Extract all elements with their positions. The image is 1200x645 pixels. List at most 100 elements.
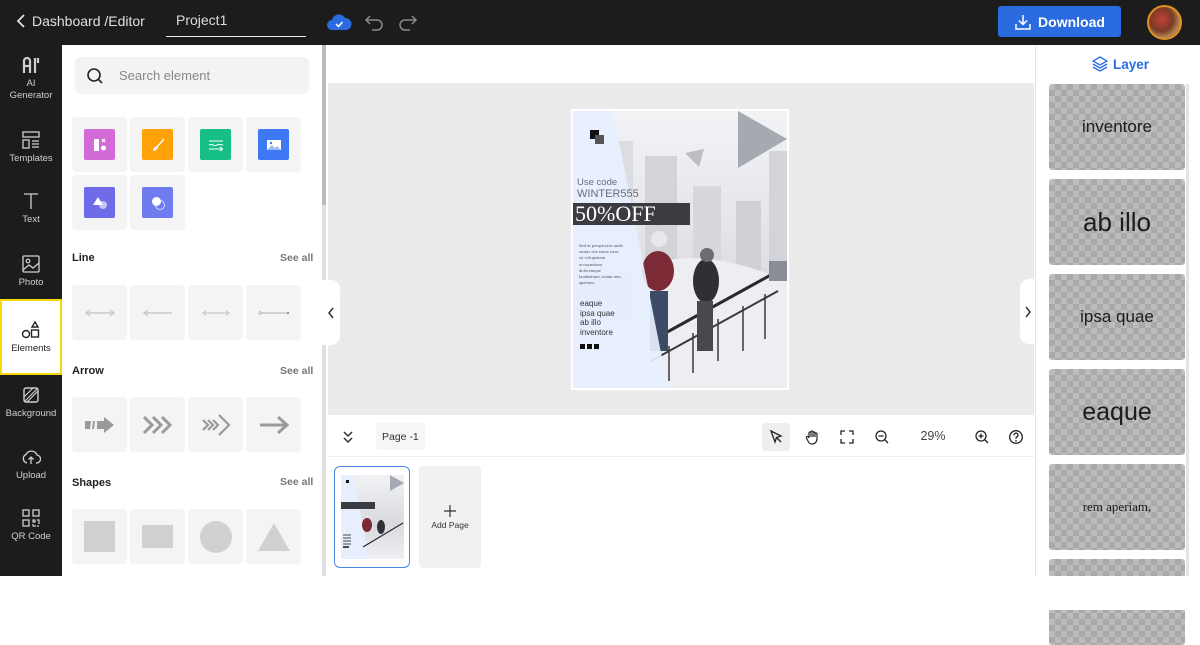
rail-item-label: Elements — [11, 342, 51, 354]
arrow-right[interactable] — [246, 397, 301, 452]
chevron-left-icon — [328, 307, 334, 318]
back-to-dashboard-link[interactable]: Dashboard /Editor — [16, 13, 145, 29]
page-thumbnail-preview — [341, 475, 404, 559]
ai-icon — [22, 56, 40, 73]
category-image[interactable] — [246, 117, 301, 172]
zoom-in-icon — [975, 430, 989, 444]
rail-item-qr-code[interactable]: QR Code — [0, 508, 62, 543]
rail-item-upload[interactable]: Upload — [0, 447, 62, 482]
category-layout[interactable] — [72, 117, 127, 172]
add-page-label: Add Page — [431, 520, 469, 530]
select-tool-button[interactable] — [762, 423, 790, 451]
image-icon — [258, 129, 289, 160]
layer-item[interactable]: ab illo — [1049, 179, 1185, 265]
arrow-block[interactable] — [72, 397, 127, 452]
rail-item-text[interactable]: Text — [0, 191, 62, 226]
zoom-out-icon — [875, 430, 889, 444]
layer-item[interactable]: rem aperiam, — [1049, 464, 1185, 550]
layer-item[interactable]: eaque — [1049, 369, 1185, 455]
poster-design[interactable]: Use code WINTER555 50%OFF Sed ut perspic… — [571, 109, 789, 390]
top-bar: Dashboard /Editor Project1 Download — [0, 0, 1200, 45]
collapse-right-panel-button[interactable] — [1020, 279, 1036, 344]
rail-item-label: Photo — [18, 277, 44, 288]
section-title-arrow: Arrow — [72, 365, 104, 377]
collapse-pages-button[interactable] — [334, 423, 362, 451]
left-rail: AI Generator Templates Text Photo Element… — [0, 45, 62, 576]
circles-icon — [142, 187, 173, 218]
layer-panel-title[interactable]: Layer — [1091, 55, 1149, 73]
breadcrumb: Dashboard /Editor — [32, 13, 145, 29]
download-icon — [1015, 14, 1031, 30]
hand-tool-button[interactable] — [798, 423, 826, 451]
section-title-line: Line — [72, 252, 95, 264]
templates-icon — [22, 131, 40, 149]
avatar[interactable] — [1147, 5, 1182, 40]
line-dot-ends[interactable] — [246, 285, 301, 340]
layer-panel-scrollbar[interactable] — [1186, 84, 1189, 576]
page-toolbar: Page -1 29% — [328, 415, 1034, 457]
rail-item-label: Background — [5, 408, 57, 419]
pages-strip: Add Page — [328, 458, 1034, 576]
poster-list: eaque ipsa quae ab illo inventore — [580, 299, 615, 337]
collapse-left-panel-button[interactable] — [322, 280, 340, 345]
cloud-saved-icon — [327, 14, 352, 30]
add-page-button[interactable]: Add Page — [419, 466, 481, 568]
double-chevron-down-icon — [343, 431, 353, 444]
redo-icon[interactable] — [398, 13, 418, 31]
category-shapes[interactable] — [72, 175, 127, 230]
fit-screen-button[interactable] — [833, 423, 861, 451]
category-brush[interactable] — [130, 117, 185, 172]
zoom-in-button[interactable] — [968, 423, 996, 451]
poster-big-triangle — [738, 111, 787, 168]
rail-item-background[interactable]: Background — [0, 385, 62, 420]
poster-small-triangle — [685, 149, 704, 167]
arrow-chevrons[interactable] — [130, 397, 185, 452]
layer-item[interactable]: inventore — [1049, 84, 1185, 170]
see-all-line-link[interactable]: See all — [280, 252, 313, 264]
undo-icon[interactable] — [364, 13, 384, 31]
project-name-input[interactable]: Project1 — [166, 10, 306, 37]
rail-item-elements[interactable]: Elements — [0, 299, 62, 375]
elements-panel: Search element Line See all Arrow See al… — [62, 45, 325, 576]
line-left-arrow[interactable] — [130, 285, 185, 340]
see-all-arrow-link[interactable]: See all — [280, 365, 313, 377]
zoom-out-button[interactable] — [868, 423, 896, 451]
photo-icon — [22, 255, 40, 273]
shape-circle[interactable] — [188, 509, 243, 564]
arrow-chevrons-thin[interactable] — [188, 397, 243, 452]
shape-rectangle[interactable] — [130, 509, 185, 564]
chevron-left-icon — [16, 14, 25, 28]
upload-icon — [22, 450, 41, 464]
line-double-arrow-thin[interactable] — [188, 285, 243, 340]
rail-item-label: Text — [22, 214, 40, 225]
plus-icon — [444, 505, 456, 517]
fullscreen-icon — [840, 430, 854, 444]
shape-square[interactable] — [72, 509, 127, 564]
bottom-strip — [0, 576, 1200, 610]
line-double-arrow[interactable] — [72, 285, 127, 340]
search-element-input[interactable]: Search element — [75, 57, 309, 94]
search-icon — [87, 67, 103, 84]
panel-scrollbar-thumb[interactable] — [322, 45, 326, 205]
download-label: Download — [1038, 13, 1105, 30]
background-icon — [23, 387, 39, 403]
rail-item-templates[interactable]: Templates — [0, 130, 62, 165]
rail-item-ai-generator[interactable]: AI Generator — [0, 55, 62, 102]
search-placeholder: Search element — [119, 68, 211, 83]
layer-panel: Layer inventore ab illo ipsa quae eaque … — [1035, 45, 1200, 645]
page-thumbnail-1[interactable] — [334, 466, 410, 568]
rail-item-label: Upload — [15, 470, 47, 481]
hand-icon — [805, 430, 818, 445]
help-button[interactable] — [1002, 423, 1030, 451]
shape-triangle[interactable] — [246, 509, 301, 564]
see-all-shapes-link[interactable]: See all — [280, 476, 313, 488]
category-circles[interactable] — [130, 175, 185, 230]
category-lines[interactable] — [188, 117, 243, 172]
section-title-shapes: Shapes — [72, 477, 112, 489]
rail-item-label: QR Code — [11, 531, 51, 542]
layer-item[interactable]: ipsa quae — [1049, 274, 1185, 360]
rail-item-photo[interactable]: Photo — [0, 254, 62, 289]
download-button[interactable]: Download — [998, 6, 1121, 37]
page-indicator[interactable]: Page -1 — [376, 423, 425, 450]
qr-code-icon — [22, 509, 40, 527]
